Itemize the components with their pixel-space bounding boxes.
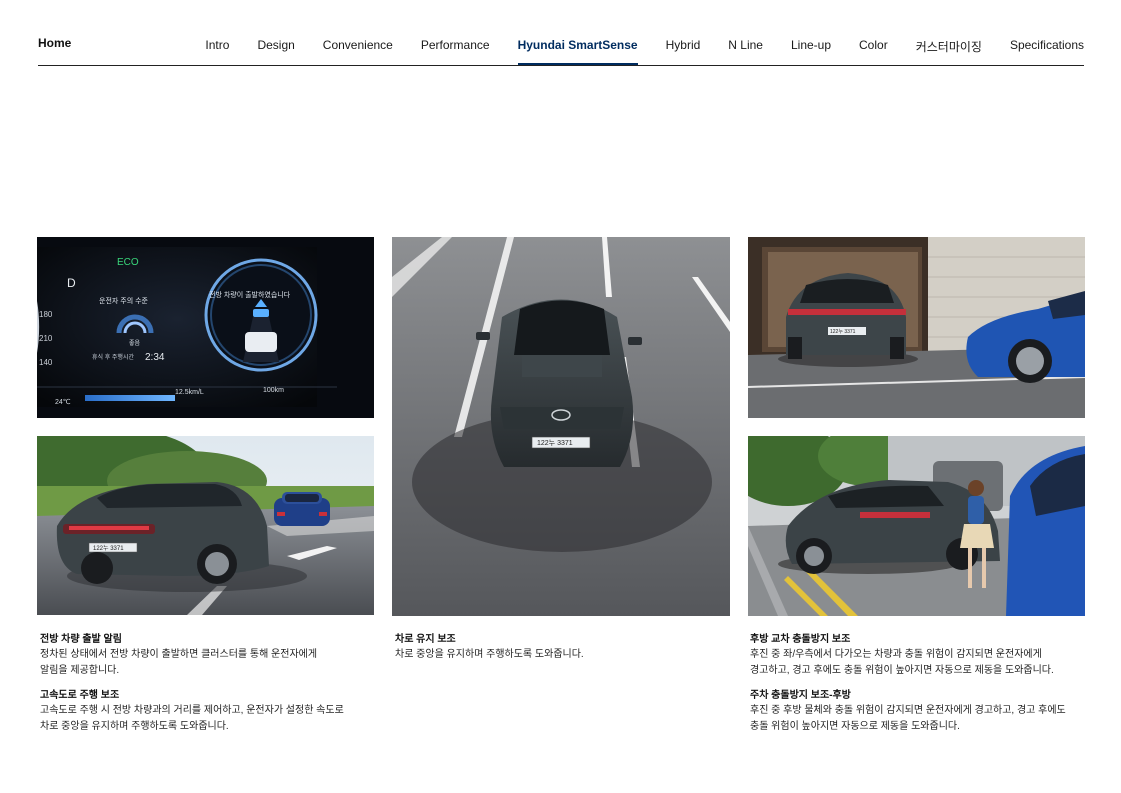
tab-hyundai-smartsense[interactable]: Hyundai SmartSense	[517, 0, 638, 65]
cluster-photo: 180 210 140 ECO D 운전자 주의 수준 좋음 휴식 후 주행시간…	[37, 237, 374, 418]
tab-intro[interactable]: Intro	[205, 0, 229, 64]
tab-convenience[interactable]: Convenience	[323, 0, 393, 64]
feature-lane-following-assist: 차로 유지 보조 차로 중앙을 유지하며 주행하도록 도와줍니다.	[395, 633, 735, 663]
top-navigation: Home Intro Design Convenience Performanc…	[38, 0, 1084, 66]
license-plate: 122누 3371	[537, 439, 573, 447]
highway-driving-photo: 122누 3371	[37, 436, 374, 615]
speedo-tick: 210	[39, 334, 53, 343]
feature-highway-driving-assist: 고속도로 주행 보조 고속도로 주행 시 전방 차량과의 거리를 제어하고, 운…	[40, 689, 380, 735]
feature-description: 차로 중앙을 유지하며 주행하도록 도와줍니다.	[395, 649, 584, 660]
feature-description: 고속도로 주행 시 전방 차량과의 거리를 제어하고, 운전자가 설정한 속도로…	[40, 705, 344, 732]
tab-color[interactable]: Color	[859, 0, 888, 64]
license-plate: 122누 3371	[93, 545, 124, 552]
home-link[interactable]: Home	[38, 36, 71, 50]
tab-hybrid[interactable]: Hybrid	[666, 0, 701, 64]
tab-line-up[interactable]: Line-up	[791, 0, 831, 64]
caption-column-1: 전방 차량 출발 알림 정차된 상태에서 전방 차량이 출발하면 클러스터를 통…	[40, 633, 380, 745]
range: 100km	[263, 387, 284, 394]
lane-keeping-photo: 122누 3371	[392, 237, 730, 616]
license-plate: 122누 3371	[830, 329, 856, 335]
speedo-tick: 180	[39, 310, 53, 319]
feature-description: 후진 중 좌/우측에서 다가오는 차량과 충돌 위험이 감지되면 운전자에게 경…	[750, 649, 1054, 676]
feature-title: 후방 교차 충돌방지 보조	[750, 634, 851, 645]
feature-description: 정차된 상태에서 전방 차량이 출발하면 클러스터를 통해 운전자에게 알림을 …	[40, 649, 318, 676]
rest-time: 2:34	[145, 352, 165, 363]
feature-parking-collision-avoidance-rear: 주차 충돌방지 보조-후방 후진 중 후방 물체와 충돌 위험이 감지되면 운전…	[750, 689, 1085, 735]
speedo-tick: 140	[39, 358, 53, 367]
feature-description: 후진 중 후방 물체와 충돌 위험이 감지되면 운전자에게 경고하고, 경고 후…	[750, 705, 1066, 732]
parking-collision-photo	[748, 436, 1085, 616]
caption-column-3: 후방 교차 충돌방지 보조 후진 중 좌/우측에서 다가오는 차량과 충돌 위험…	[750, 633, 1085, 745]
feature-title: 주차 충돌방지 보조-후방	[750, 690, 851, 701]
feature-rear-cross-traffic-collision-avoidance: 후방 교차 충돌방지 보조 후진 중 좌/우측에서 다가오는 차량과 충돌 위험…	[750, 633, 1085, 679]
tab-customizing[interactable]: 커스터마이징	[916, 0, 982, 64]
eco-indicator: ECO	[117, 257, 139, 268]
tab-n-line[interactable]: N Line	[728, 0, 763, 64]
feature-title: 고속도로 주행 보조	[40, 690, 120, 701]
feature-title: 차로 유지 보조	[395, 634, 456, 645]
temperature: 24℃	[55, 399, 71, 406]
fuel-economy: 12.5km/L	[175, 389, 204, 396]
feature-front-vehicle-departure-alert: 전방 차량 출발 알림 정차된 상태에서 전방 차량이 출발하면 클러스터를 통…	[40, 633, 380, 679]
attention-level: 좋음	[129, 340, 141, 347]
nav-tabs: Intro Design Convenience Performance Hyu…	[205, 0, 1084, 65]
feature-title: 전방 차량 출발 알림	[40, 634, 122, 645]
attention-title: 운전자 주의 수준	[99, 296, 149, 305]
rear-cross-traffic-photo: 122누 3371	[748, 237, 1085, 418]
departure-message: 전방 차량이 출발하였습니다	[209, 290, 291, 299]
tab-specifications[interactable]: Specifications	[1010, 0, 1084, 64]
tab-design[interactable]: Design	[257, 0, 294, 64]
tab-performance[interactable]: Performance	[421, 0, 490, 64]
rest-label: 휴식 후 주행시간	[92, 353, 134, 361]
gear-indicator: D	[67, 276, 76, 290]
caption-column-2: 차로 유지 보조 차로 중앙을 유지하며 주행하도록 도와줍니다.	[395, 633, 735, 673]
